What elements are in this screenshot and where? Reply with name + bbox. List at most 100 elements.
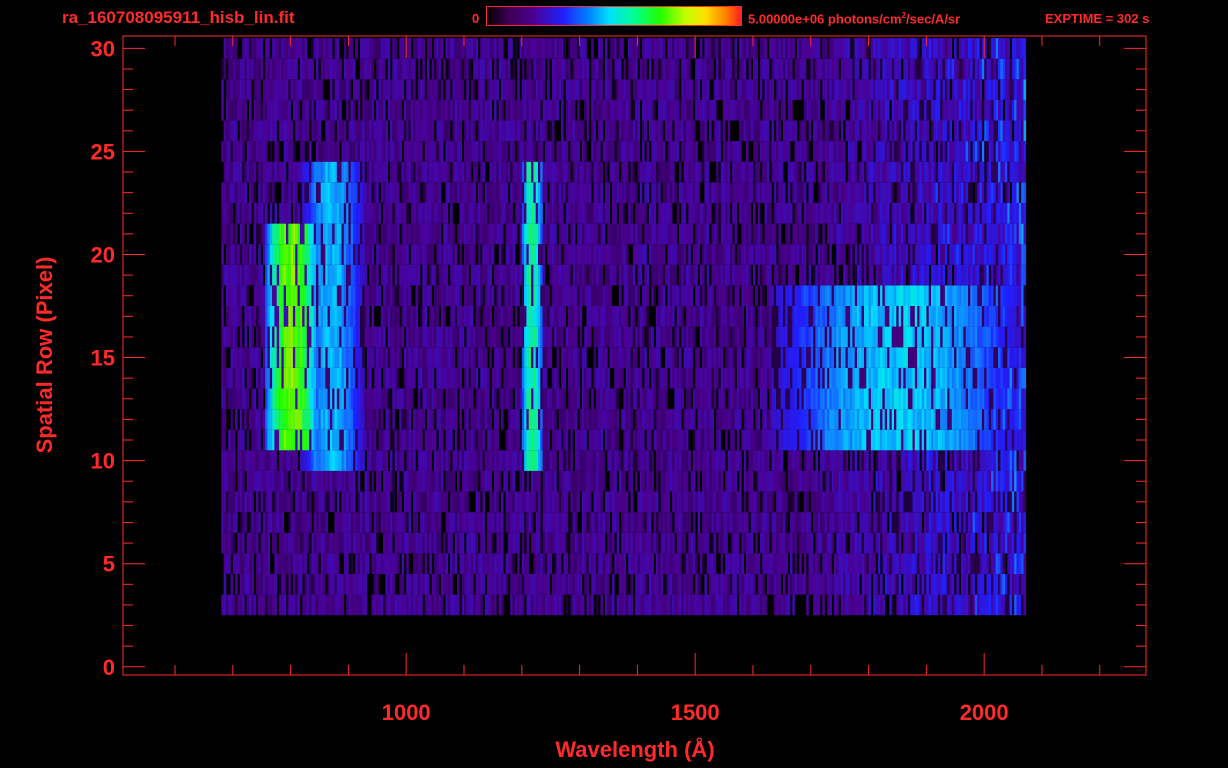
heatmap-cell — [494, 388, 497, 410]
heatmap-cell — [484, 285, 488, 306]
heatmap-cell — [778, 491, 781, 513]
heatmap-cell — [868, 594, 872, 616]
heatmap-cell — [290, 409, 294, 430]
heatmap-cell — [371, 532, 375, 554]
heatmap-cell — [875, 285, 879, 306]
heatmap-cell — [972, 491, 976, 513]
heatmap-cell — [540, 429, 543, 451]
heatmap-cell — [616, 388, 620, 410]
heatmap-cell — [998, 409, 1001, 430]
heatmap-cell — [450, 388, 453, 410]
heatmap-cell — [889, 285, 892, 306]
heatmap-cell — [857, 491, 860, 513]
heatmap-cell — [528, 491, 532, 513]
heatmap-cell — [831, 470, 835, 492]
heatmap-cell — [988, 367, 992, 389]
heatmap-cell — [794, 491, 798, 513]
heatmap-cell — [343, 491, 347, 513]
heatmap-cell — [420, 367, 423, 389]
heatmap-cell — [325, 306, 328, 327]
heatmap-cell — [852, 409, 855, 430]
heatmap-cell — [889, 470, 892, 492]
heatmap-cell — [958, 367, 962, 389]
heatmap-cell — [309, 326, 312, 348]
heatmap-cell — [524, 491, 527, 513]
heatmap-cell — [323, 429, 326, 451]
heatmap-cell — [794, 306, 798, 327]
heatmap-cell — [1011, 429, 1015, 451]
heatmap-cell — [836, 326, 839, 348]
heatmap-cell — [790, 367, 793, 389]
heatmap-cell — [820, 388, 823, 410]
heatmap-cell — [403, 367, 407, 389]
heatmap-cell — [362, 574, 365, 595]
heatmap-cell — [968, 532, 971, 554]
heatmap-cell — [905, 574, 909, 595]
heatmap-cell — [480, 347, 483, 368]
heatmap-cell — [940, 367, 943, 389]
heatmap-cell — [424, 306, 428, 327]
heatmap-cell — [304, 532, 308, 554]
heatmap-cell — [935, 429, 939, 451]
heatmap-cell — [327, 491, 331, 513]
heatmap-cell — [736, 450, 740, 471]
heatmap-cell — [894, 450, 897, 471]
heatmap-cell — [806, 450, 809, 471]
heatmap-cell — [933, 553, 936, 574]
heatmap-cell — [674, 326, 677, 348]
heatmap-cell — [928, 470, 932, 492]
heatmap-cell — [944, 470, 948, 492]
heatmap-cell — [357, 409, 361, 430]
heatmap-cell — [905, 306, 909, 327]
heatmap-cell — [297, 470, 301, 492]
heatmap-cell — [598, 388, 601, 410]
heatmap-cell — [267, 594, 271, 616]
heatmap-cell — [237, 306, 240, 327]
heatmap-cell — [803, 470, 807, 492]
heatmap-cell — [410, 388, 414, 410]
heatmap-cell — [1002, 388, 1006, 410]
heatmap-cell — [1011, 512, 1015, 533]
heatmap-cell — [965, 553, 969, 574]
heatmap-cell — [392, 306, 395, 327]
heatmap-cell — [836, 450, 839, 471]
heatmap-cell — [399, 491, 402, 513]
heatmap-cell — [1016, 326, 1020, 348]
heatmap-cell — [840, 409, 844, 430]
heatmap-cell — [632, 388, 636, 410]
heatmap-cell — [870, 409, 874, 430]
heatmap-cell — [269, 367, 273, 389]
heatmap-cell — [346, 594, 349, 616]
heatmap-cell — [316, 388, 319, 410]
heatmap-cell — [935, 594, 939, 616]
heatmap-cell — [711, 388, 714, 410]
heatmap-cell — [549, 491, 553, 513]
heatmap-cell — [748, 429, 751, 451]
heatmap-cell — [961, 285, 964, 306]
heatmap-cell — [1016, 553, 1020, 574]
heatmap-cell — [658, 512, 661, 533]
heatmap-cell — [299, 512, 303, 533]
heatmap-cell — [880, 512, 883, 533]
heatmap-cell — [242, 532, 245, 554]
heatmap-cell — [769, 574, 772, 595]
heatmap-cell — [360, 553, 363, 574]
heatmap-cell — [845, 532, 849, 554]
heatmap-cell — [1014, 574, 1017, 595]
heatmap-cell — [790, 491, 793, 513]
heatmap-cell — [540, 347, 543, 368]
heatmap-cell — [538, 285, 541, 306]
heatmap-cell — [459, 450, 462, 471]
heatmap-cell — [986, 429, 990, 451]
heatmap-cell — [699, 409, 703, 430]
heatmap-cell — [466, 388, 469, 410]
heatmap-cell — [931, 450, 934, 471]
heatmap-cell — [635, 512, 638, 533]
heatmap-cell — [940, 285, 943, 306]
heatmap-cell — [235, 367, 238, 389]
heatmap-cell — [373, 367, 377, 389]
heatmap-cell — [422, 347, 425, 368]
heatmap-cell — [847, 594, 851, 616]
heatmap-cell — [1009, 450, 1013, 471]
heatmap-cell — [618, 470, 622, 492]
